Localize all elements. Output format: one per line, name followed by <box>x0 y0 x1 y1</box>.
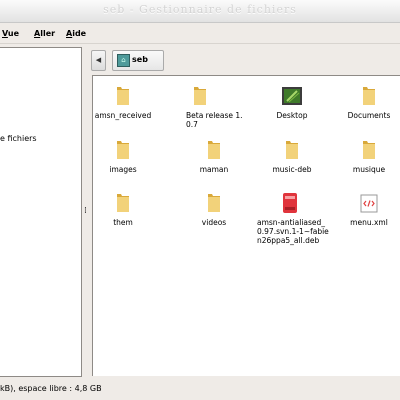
file-item[interactable]: amsn_received <box>85 84 161 120</box>
status-bar: kB), espace libre : 4,8 GB <box>0 380 400 400</box>
file-name: Beta release 1.0.7 <box>186 111 243 129</box>
folder-icon <box>363 87 375 105</box>
menu-vue-rest: ue <box>7 29 20 38</box>
path-button-label: seb <box>132 55 148 64</box>
xml-file-icon <box>360 194 378 213</box>
menu-vue[interactable]: Vue <box>2 29 19 38</box>
package-icon <box>283 193 297 213</box>
file-item[interactable]: musique <box>331 138 400 174</box>
folder-icon <box>117 87 129 105</box>
file-name: amsn_received <box>94 111 152 120</box>
folder-icon <box>286 141 298 159</box>
file-name: menu.xml <box>350 218 388 227</box>
file-name: Desktop <box>276 111 308 120</box>
file-name: amsn-antialiased_0.97.svn.1-1~fabien26pp… <box>257 218 329 245</box>
file-name: videos <box>201 218 227 227</box>
folder-icon <box>194 87 206 105</box>
folder-icon <box>117 194 129 212</box>
side-pane[interactable]: e fichiers <box>0 47 82 377</box>
file-item[interactable]: videos <box>176 191 252 227</box>
file-item[interactable]: Documents <box>331 84 400 120</box>
desktop-icon <box>282 87 302 105</box>
folder-icon <box>208 194 220 212</box>
file-item[interactable]: them <box>85 191 161 227</box>
file-item[interactable]: music-deb <box>254 138 330 174</box>
file-name: Documents <box>347 111 391 120</box>
file-name: musique <box>352 165 386 174</box>
location-bar: ◀ ⌂ seb <box>91 48 400 72</box>
back-arrow-icon[interactable]: ◀ <box>91 50 106 71</box>
path-button-seb[interactable]: ⌂ seb <box>112 50 164 71</box>
folder-icon <box>117 141 129 159</box>
menu-aide[interactable]: Aide <box>66 29 86 38</box>
file-item[interactable]: Desktop <box>254 84 330 120</box>
file-item[interactable]: Beta release 1.0.7 <box>170 84 246 129</box>
file-name: images <box>109 165 137 174</box>
folder-icon <box>363 141 375 159</box>
title-bar: seb - Gestionnaire de fichiers <box>0 0 400 23</box>
file-item[interactable]: amsn-antialiased_0.97.svn.1-1~fabien26pp… <box>255 191 329 245</box>
file-name: them <box>113 218 133 227</box>
folder-icon <box>208 141 220 159</box>
menu-aller[interactable]: Aller <box>34 29 55 38</box>
menu-aller-rest: ller <box>40 29 56 38</box>
status-text: kB), espace libre : 4,8 GB <box>0 384 102 393</box>
file-item[interactable]: images <box>85 138 161 174</box>
file-view[interactable]: amsn_received Beta release 1.0.7 Desktop… <box>92 75 400 376</box>
file-item[interactable]: menu.xml <box>331 191 400 227</box>
file-name: maman <box>199 165 229 174</box>
menu-bar: Vue Aller Aide <box>0 23 400 44</box>
file-name: music-deb <box>272 165 312 174</box>
menu-aide-rest: ide <box>72 29 87 38</box>
home-folder-icon: ⌂ <box>117 54 130 67</box>
side-pane-label[interactable]: e fichiers <box>0 134 37 143</box>
window-title: seb - Gestionnaire de fichiers <box>103 3 297 16</box>
file-item[interactable]: maman <box>176 138 252 174</box>
